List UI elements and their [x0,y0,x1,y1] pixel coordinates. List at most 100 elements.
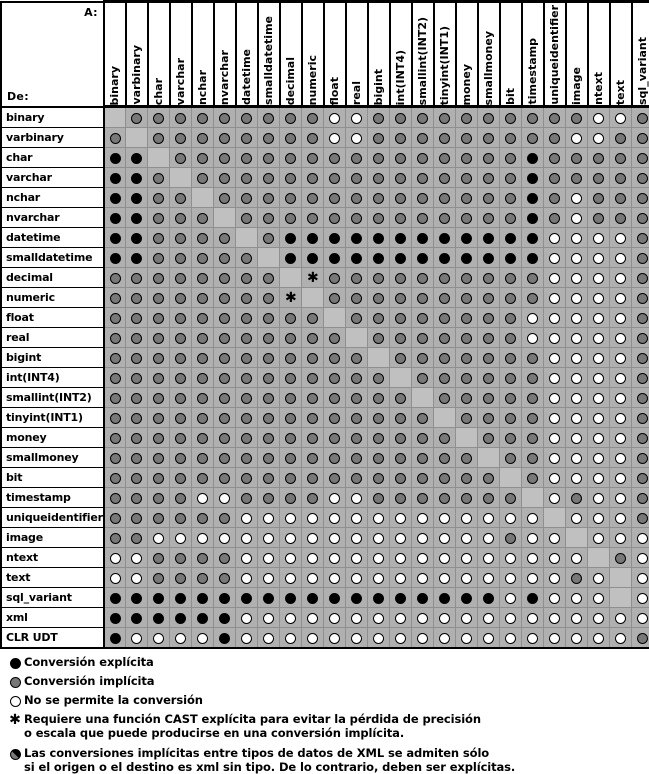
implicit-conversion-icon [417,193,429,204]
implicit-conversion-icon [637,413,649,424]
implicit-conversion-icon [263,273,275,284]
matrix-cell [323,527,346,548]
implicit-conversion-icon [285,453,297,464]
column-header-char: char [146,0,170,108]
implicit-conversion-icon [637,193,649,204]
implicit-conversion-icon [439,293,451,304]
legend-implicit-icon [6,674,24,689]
implicit-conversion-icon [461,493,473,504]
implicit-conversion-icon [351,353,363,364]
matrix-cell [345,127,368,148]
row-header-label: char [6,151,33,164]
implicit-conversion-icon [307,473,319,484]
matrix-cell [521,487,544,508]
implicit-conversion-icon [153,413,165,424]
implicit-conversion-icon [109,433,121,444]
implicit-conversion-icon [483,273,495,284]
matrix-cell [521,527,544,548]
same-type-placeholder [329,312,340,323]
matrix-cell [345,607,368,628]
implicit-conversion-icon [461,193,473,204]
no-conversion-icon [527,513,539,524]
implicit-conversion-icon [593,173,605,184]
implicit-conversion-icon [307,413,319,424]
matrix-cell [433,307,456,328]
matrix-cell [477,167,500,188]
implicit-conversion-icon [175,373,187,384]
matrix-cell [323,267,346,288]
column-header-label: timestamp [525,38,539,105]
matrix-cell [147,307,170,328]
no-conversion-icon [593,113,605,124]
matrix-cell [279,587,302,608]
implicit-conversion-icon [351,473,363,484]
conversion-matrix-table: A: De: binary varbinary char varchar nchar nv… [0,0,649,649]
matrix-cell [631,267,649,288]
no-conversion-icon [571,553,583,564]
matrix-cell [235,207,258,228]
matrix-cell [609,187,632,208]
implicit-conversion-icon [241,133,253,144]
matrix-cell [125,187,148,208]
matrix-cell [631,427,649,448]
matrix-cell [455,427,478,448]
matrix-cell [213,367,236,388]
implicit-conversion-icon [373,373,385,384]
implicit-conversion-icon [483,413,495,424]
explicit-conversion-icon [483,253,495,264]
matrix-cell [389,267,412,288]
matrix-cell [345,227,368,248]
no-conversion-icon [505,553,517,564]
matrix-cell [191,427,214,448]
implicit-conversion-icon [329,353,341,364]
implicit-conversion-icon [373,413,385,424]
implicit-conversion-icon [131,493,143,504]
implicit-conversion-icon [241,453,253,464]
matrix-cell [587,127,610,148]
matrix-cell [235,467,258,488]
matrix-cell [147,427,170,448]
same-type-placeholder [395,372,406,383]
column-header-smallmoney: smallmoney [476,0,500,108]
implicit-conversion-icon [175,133,187,144]
matrix-cell [323,367,346,388]
matrix-cell [323,227,346,248]
matrix-cell [609,307,632,328]
matrix-row: uniqueidentifier [0,507,649,528]
no-conversion-icon [461,573,473,584]
no-conversion-icon [571,253,583,264]
implicit-conversion-icon [175,453,187,464]
no-conversion-icon [571,293,583,304]
matrix-cell [169,627,192,649]
explicit-conversion-icon [417,253,429,264]
explicit-conversion-icon [175,613,187,624]
matrix-cell [345,447,368,468]
matrix-cell [102,167,126,188]
matrix-cell [323,467,346,488]
matrix-body: binary varbinary char varchar nchar nvarchar d… [0,106,649,649]
matrix-cell [279,106,302,128]
matrix-cell [433,367,456,388]
matrix-row: nchar [0,187,649,208]
matrix-cell [191,147,214,168]
matrix-cell [433,387,456,408]
matrix-cell [455,147,478,168]
no-conversion-icon [461,633,473,644]
no-conversion-icon [219,533,231,544]
implicit-conversion-icon [263,193,275,204]
column-header-label: binary [107,65,121,106]
column-header-label: text [613,79,627,105]
matrix-cell [213,507,236,528]
implicit-conversion-icon [307,373,319,384]
matrix-cell [455,167,478,188]
matrix-cell [367,527,390,548]
implicit-conversion-icon [549,133,561,144]
matrix-cell [543,227,566,248]
matrix-cell [389,347,412,368]
matrix-cell [147,467,170,488]
column-header-int-int4: int(INT4) [388,0,412,108]
implicit-conversion-icon [439,193,451,204]
implicit-conversion-icon [175,113,187,124]
matrix-cell [455,106,478,128]
matrix-cell [543,327,566,348]
